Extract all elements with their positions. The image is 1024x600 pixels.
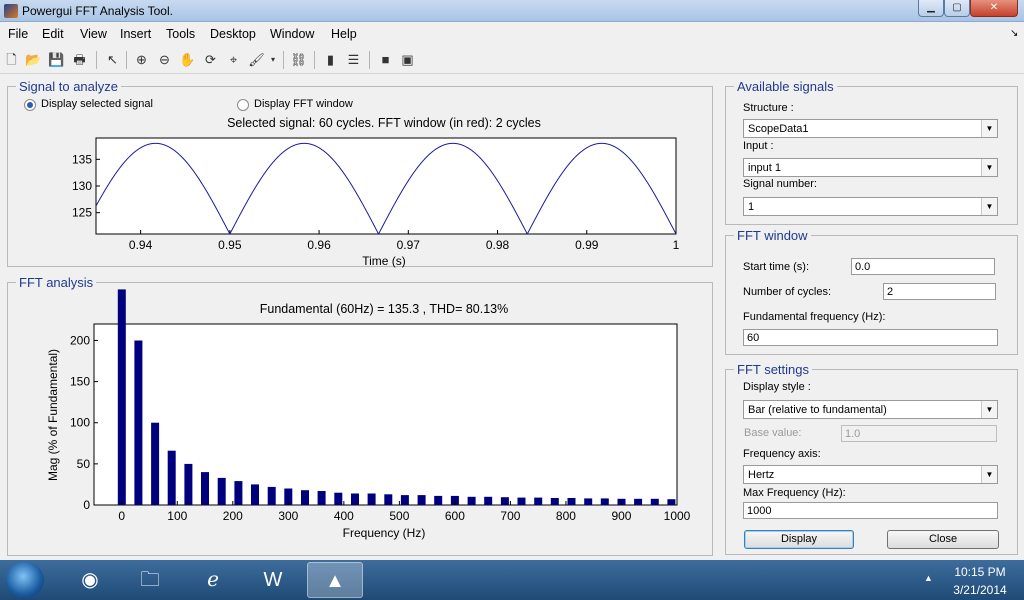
tray-expand-icon[interactable]: ▲ <box>924 573 933 583</box>
toolbar-separator <box>369 51 370 69</box>
brush-dropdown-icon[interactable]: ▾ <box>268 51 278 68</box>
new-figure-icon[interactable]: 🗋 <box>3 51 20 68</box>
rotate-3d-icon[interactable]: ⟳ <box>202 51 219 68</box>
display-fft-window-label: Display FFT window <box>254 98 353 110</box>
chevron-down-icon[interactable]: ▼ <box>981 120 997 137</box>
input-label: Input : <box>743 140 774 152</box>
display-style-select[interactable]: Bar (relative to fundamental) ▼ <box>743 400 998 419</box>
max-frequency-input[interactable]: 1000 <box>743 502 998 519</box>
close-button[interactable]: Close <box>887 530 999 549</box>
toolbar-separator <box>96 51 97 69</box>
hide-plot-tools-icon[interactable]: ■ <box>377 51 394 68</box>
menu-insert[interactable]: Insert <box>120 27 151 41</box>
signal-number-label: Signal number: <box>743 178 817 190</box>
panel-title: FFT settings <box>734 362 813 377</box>
clock-date: 3/21/2014 <box>953 583 1007 597</box>
zoom-out-icon[interactable]: ⊖ <box>156 51 173 68</box>
display-fft-window-radio[interactable] <box>237 99 249 111</box>
max-frequency-label: Max Frequency (Hz): <box>743 487 846 499</box>
close-window-button[interactable]: ✕ <box>970 0 1018 17</box>
link-plot-icon[interactable]: ⛓ <box>290 51 307 68</box>
input-select[interactable]: input 1 ▼ <box>743 158 998 177</box>
maximize-button[interactable]: ▢ <box>944 0 970 17</box>
word-icon[interactable]: W <box>245 562 301 598</box>
input-value: input 1 <box>748 162 782 174</box>
open-file-icon[interactable]: 📂 <box>25 51 42 68</box>
menu-edit[interactable]: Edit <box>42 27 64 41</box>
toolbar-separator <box>126 51 127 69</box>
chevron-down-icon[interactable]: ▼ <box>981 401 997 418</box>
matlab-icon[interactable]: ▲ <box>307 562 363 598</box>
display-style-label: Display style : <box>743 381 811 393</box>
save-icon[interactable]: 💾 <box>48 51 65 68</box>
chevron-down-icon[interactable]: ▼ <box>981 159 997 176</box>
menu-help[interactable]: Help <box>331 27 357 41</box>
menu-bar: File Edit View Insert Tools Desktop Wind… <box>0 22 1024 46</box>
number-of-cycles-input[interactable]: 2 <box>883 283 996 300</box>
structure-select[interactable]: ScopeData1 ▼ <box>743 119 998 138</box>
signal-to-analyze-panel: Signal to analyze <box>7 79 713 267</box>
data-cursor-icon[interactable]: ⌖ <box>225 51 242 68</box>
frequency-axis-label: Frequency axis: <box>743 448 821 460</box>
base-value-input: 1.0 <box>841 425 997 442</box>
fundamental-frequency-input[interactable]: 60 <box>743 329 998 346</box>
menu-file[interactable]: File <box>8 27 28 41</box>
menu-tools[interactable]: Tools <box>166 27 195 41</box>
panel-title: FFT window <box>734 228 811 243</box>
matlab-app-icon <box>4 4 18 18</box>
colorbar-icon[interactable]: ▮ <box>322 51 339 68</box>
structure-value: ScopeData1 <box>748 123 809 135</box>
frequency-axis-value: Hertz <box>748 469 775 481</box>
number-of-cycles-label: Number of cycles: <box>743 286 832 298</box>
base-value-label: Base value: <box>744 427 802 439</box>
fundamental-frequency-label: Fundamental frequency (Hz): <box>743 311 886 323</box>
menu-view[interactable]: View <box>80 27 107 41</box>
legend-icon[interactable]: ☰ <box>345 51 362 68</box>
toolbar-separator <box>314 51 315 69</box>
window-title: Powergui FFT Analysis Tool. <box>22 4 173 18</box>
structure-label: Structure : <box>743 102 794 114</box>
explorer-icon[interactable]: 🗀 <box>122 562 178 598</box>
display-button[interactable]: Display <box>744 530 854 549</box>
clock-time: 10:15 PM <box>954 565 1006 579</box>
panel-title: Signal to analyze <box>16 79 122 94</box>
start-time-input[interactable]: 0.0 <box>851 258 995 275</box>
toolbar-separator <box>283 51 284 69</box>
display-selected-signal-label: Display selected signal <box>41 98 153 110</box>
fft-settings-panel: FFT settings <box>725 362 1018 555</box>
menu-dock-icon[interactable]: ↘ <box>1010 28 1018 39</box>
title-bar: Powergui FFT Analysis Tool. ▁ ▢ ✕ <box>0 0 1024 22</box>
frequency-axis-select[interactable]: Hertz ▼ <box>743 465 998 484</box>
chevron-down-icon[interactable]: ▼ <box>981 466 997 483</box>
menu-window[interactable]: Window <box>270 27 314 41</box>
zoom-in-icon[interactable]: ⊕ <box>133 51 150 68</box>
signal-number-value: 1 <box>748 201 755 213</box>
panel-title: Available signals <box>734 79 837 94</box>
display-style-value: Bar (relative to fundamental) <box>748 404 887 416</box>
chevron-down-icon[interactable]: ▼ <box>981 198 997 215</box>
chrome-icon[interactable]: ◉ <box>62 562 118 598</box>
minimize-button[interactable]: ▁ <box>918 0 944 17</box>
start-button[interactable] <box>6 562 44 598</box>
panel-title: FFT analysis <box>16 275 97 290</box>
display-selected-signal-radio[interactable] <box>24 99 36 111</box>
menu-desktop[interactable]: Desktop <box>210 27 256 41</box>
toolbar: 🗋 📂 💾 🖶 ↖ ⊕ ⊖ ✋ ⟳ ⌖ 🖌 ▾ ⛓ ▮ ☰ ■ ▣ <box>0 46 1024 74</box>
select-arrow-icon[interactable]: ↖ <box>104 51 121 68</box>
signal-number-select[interactable]: 1 ▼ <box>743 197 998 216</box>
fft-analysis-panel: FFT analysis <box>7 275 713 556</box>
print-icon[interactable]: 🖶 <box>71 51 88 68</box>
internet-explorer-icon[interactable]: ℯ <box>185 562 241 598</box>
taskbar: ◉ 🗀 ℯ W ▲ <box>0 560 1024 600</box>
pan-hand-icon[interactable]: ✋ <box>179 51 196 68</box>
brush-icon[interactable]: 🖌 <box>248 51 265 68</box>
show-plot-tools-icon[interactable]: ▣ <box>399 51 416 68</box>
start-time-label: Start time (s): <box>743 261 810 273</box>
